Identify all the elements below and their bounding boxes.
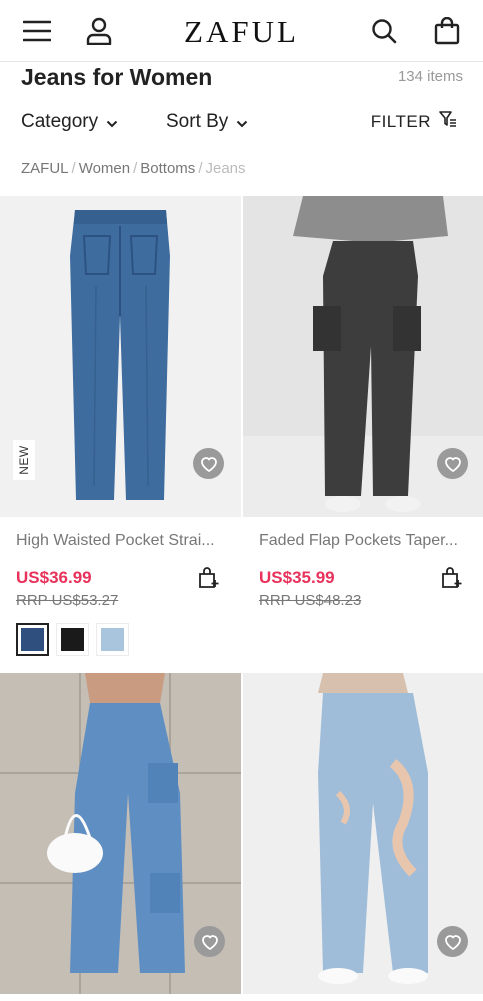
- breadcrumb-item-zaful[interactable]: ZAFUL: [21, 160, 69, 177]
- search-icon[interactable]: [369, 16, 399, 46]
- heart-icon: [444, 934, 461, 950]
- filter-button[interactable]: FILTER: [371, 110, 457, 133]
- product-name[interactable]: High Waisted Pocket Strai...: [16, 532, 226, 550]
- heart-icon: [444, 456, 461, 472]
- color-swatch-light-blue[interactable]: [96, 623, 129, 656]
- color-swatch-black[interactable]: [56, 623, 89, 656]
- product-rrp: RRP US$53.27: [16, 592, 119, 609]
- cart-icon[interactable]: [432, 16, 462, 46]
- header-divider: [0, 61, 483, 62]
- heart-icon: [201, 934, 218, 950]
- filter-icon: [439, 110, 457, 133]
- add-to-bag-icon[interactable]: [439, 566, 463, 590]
- filter-label: FILTER: [370, 111, 431, 131]
- item-count: 134 items: [397, 68, 463, 85]
- product-image[interactable]: [0, 196, 241, 517]
- product-name[interactable]: Faded Flap Pockets Taper...: [259, 532, 471, 550]
- wishlist-button[interactable]: [194, 926, 225, 957]
- product-card[interactable]: [243, 673, 483, 994]
- new-badge: NEW: [13, 440, 35, 480]
- wishlist-button[interactable]: [437, 448, 468, 479]
- product-card[interactable]: [0, 673, 241, 994]
- chevron-down-icon: [236, 116, 248, 131]
- breadcrumb: ZAFUL / Women / Bottoms / Jeans: [21, 160, 246, 177]
- product-image[interactable]: [0, 673, 241, 994]
- chevron-down-icon: [106, 116, 118, 131]
- breadcrumb-item-women[interactable]: Women: [79, 160, 130, 177]
- breadcrumb-item-current: Jeans: [205, 160, 246, 177]
- product-price: US$36.99: [16, 568, 92, 587]
- heart-icon: [200, 456, 217, 472]
- category-label: Category: [21, 111, 99, 132]
- product-image[interactable]: [243, 673, 483, 994]
- sort-dropdown[interactable]: Sort By: [166, 111, 248, 133]
- color-swatch-navy[interactable]: [16, 623, 49, 656]
- category-dropdown[interactable]: Category: [21, 111, 118, 133]
- top-bar: ZAFUL: [0, 0, 483, 62]
- wishlist-button[interactable]: [193, 448, 224, 479]
- breadcrumb-item-bottoms[interactable]: Bottoms: [140, 160, 195, 177]
- add-to-bag-icon[interactable]: [196, 566, 220, 590]
- product-price: US$35.99: [259, 568, 335, 587]
- product-rrp: RRP US$48.23: [259, 592, 362, 609]
- wishlist-button[interactable]: [437, 926, 468, 957]
- page-title: Jeans for Women: [21, 64, 213, 90]
- site-logo[interactable]: ZAFUL: [0, 14, 483, 50]
- product-image[interactable]: [243, 196, 483, 517]
- sort-label: Sort By: [166, 111, 229, 132]
